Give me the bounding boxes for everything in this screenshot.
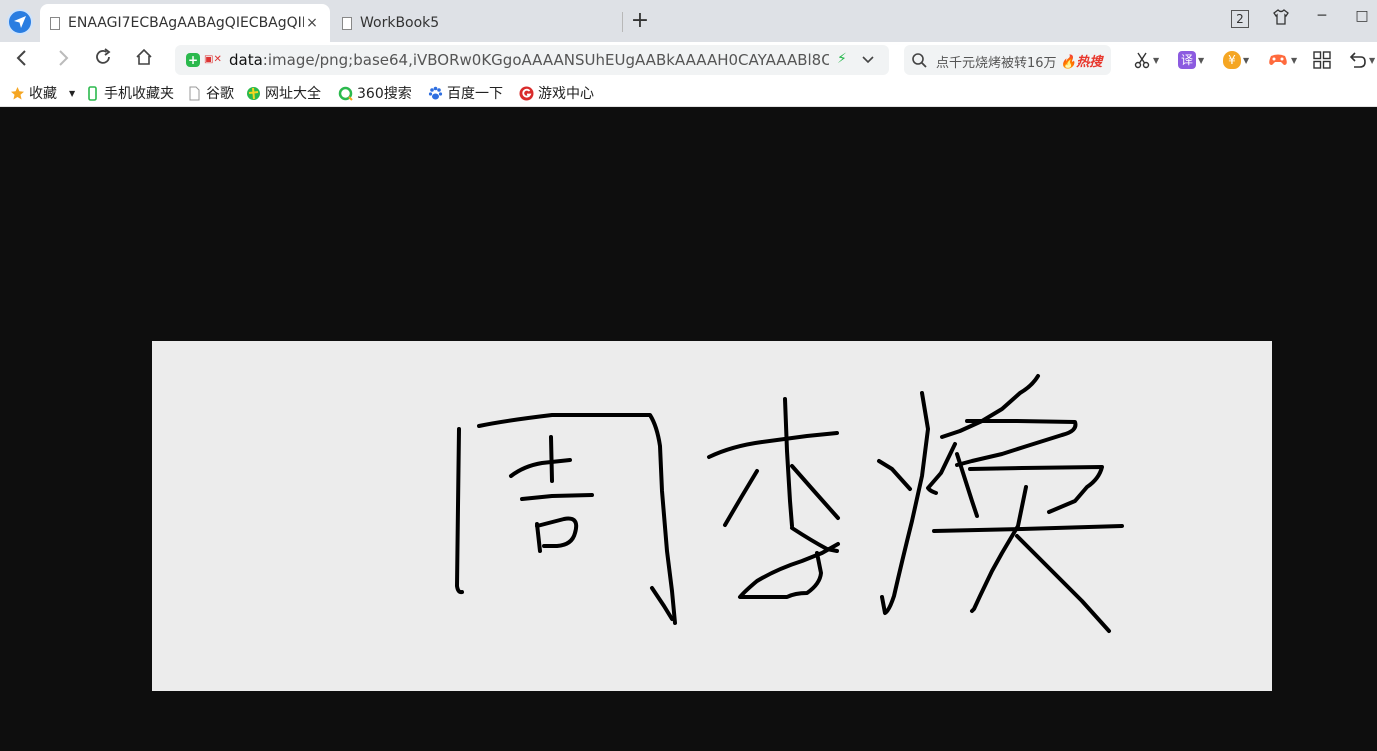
signature-image[interactable]: [152, 341, 1272, 691]
bookmark-label: 谷歌: [206, 86, 234, 102]
home-icon: [136, 48, 152, 65]
handwritten-signature: [455, 374, 1124, 633]
tab-image[interactable]: ENAAGI7ECBAgAABAgQIECBAgQIECBAgQIECBAgQI…: [40, 4, 330, 42]
security-shield-icon[interactable]: +: [186, 53, 200, 67]
chevron-down-icon[interactable]: [861, 50, 877, 70]
chevron-down-icon: ▼: [1198, 55, 1205, 65]
address-input[interactable]: data:image/png;base64,iVBORw0KGgoAAAANSU…: [229, 51, 829, 71]
undo-tool[interactable]: ▼: [1347, 48, 1375, 72]
bookmark-label: 收藏: [29, 86, 57, 102]
hot-search-label: 热搜: [1076, 55, 1103, 70]
game-center-icon: [519, 86, 534, 101]
game-tool[interactable]: ▼: [1267, 48, 1297, 72]
screenshot-tool[interactable]: ▼: [1133, 48, 1159, 72]
bookmark-game-center[interactable]: 游戏中心: [519, 83, 594, 103]
tab-count-button[interactable]: 2: [1231, 10, 1249, 28]
document-icon: [342, 16, 352, 30]
chevron-down-icon: ▼: [1243, 55, 1250, 65]
new-tab-button[interactable]: +: [628, 8, 652, 34]
search-box[interactable]: 点千元烧烤被转16万 🔥热搜: [904, 45, 1111, 75]
search-query: 点千元烧烤被转16万: [936, 56, 1056, 71]
forward-button[interactable]: [50, 47, 76, 73]
translate-icon: 译: [1178, 51, 1196, 69]
globe-icon: [246, 86, 261, 101]
coin-icon: ¥: [1223, 51, 1241, 69]
url-scheme: data: [229, 51, 263, 69]
bookmark-google[interactable]: 谷歌: [187, 83, 234, 103]
bookmark-url-directory[interactable]: 网址大全: [246, 83, 321, 103]
bookmark-label: 手机收藏夹: [104, 86, 174, 102]
apps-grid-icon: [1313, 51, 1331, 69]
browser-logo-icon[interactable]: [7, 9, 33, 35]
back-button[interactable]: [9, 47, 35, 73]
game-icon: [1269, 54, 1287, 65]
tab-bar: ENAAGI7ECBAgAABAgQIECBAgQIECBAgQIECBAgQI…: [0, 0, 1377, 42]
bookmark-360-search[interactable]: 360搜索: [338, 83, 412, 103]
undo-icon: [1349, 52, 1366, 68]
bookmarks-bar: 收藏 ▼ 手机收藏夹 谷歌 网址大全 360搜索 百度一下 游戏中心: [0, 79, 1377, 107]
lightning-icon[interactable]: ⚡: [837, 51, 851, 69]
bookmark-favorites[interactable]: 收藏 ▼: [10, 83, 75, 103]
chevron-down-icon: ▼: [1153, 55, 1160, 65]
bookmark-label: 游戏中心: [538, 86, 594, 102]
bookmark-mobile-favorites[interactable]: 手机收藏夹: [85, 83, 174, 103]
bookmark-label: 网址大全: [265, 86, 321, 102]
maximize-button[interactable]: □: [1353, 8, 1371, 30]
reload-button[interactable]: [90, 47, 116, 73]
translate-tool[interactable]: 译 ▼: [1178, 48, 1204, 72]
tab-workbook[interactable]: WorkBook5: [332, 4, 622, 42]
chevron-down-icon: ▼: [1369, 55, 1376, 65]
search-360-icon: [338, 86, 353, 101]
back-icon: [16, 50, 26, 66]
document-icon: [50, 16, 60, 30]
chevron-down-icon: ▼: [69, 88, 76, 98]
apps-button[interactable]: [1312, 48, 1332, 72]
reload-icon: [96, 48, 111, 64]
home-button[interactable]: [131, 47, 157, 73]
skin-shirt-icon[interactable]: [1271, 8, 1291, 30]
bookmark-label: 360搜索: [357, 86, 412, 102]
navigation-toolbar: + ▣✕ data:image/png;base64,iVBORw0KGgoAA…: [0, 42, 1377, 79]
forward-icon: [59, 50, 69, 66]
hot-search-badge[interactable]: 🔥热搜: [1060, 51, 1102, 70]
tab-title: WorkBook5: [360, 15, 440, 31]
bookmark-baidu[interactable]: 百度一下: [428, 83, 503, 103]
url-rest: :image/png;base64,iVBORw0KGgoAAAANSUhEUg…: [262, 51, 829, 69]
tab-divider: [622, 12, 623, 32]
search-icon: [912, 53, 927, 68]
coin-tool[interactable]: ¥ ▼: [1223, 48, 1249, 72]
bookmark-label: 百度一下: [447, 86, 503, 102]
tab-close-icon[interactable]: ×: [304, 15, 320, 31]
document-icon: [187, 86, 202, 101]
scissors-icon: [1134, 52, 1150, 69]
tab-title: ENAAGI7ECBAgAABAgQIECBAgQIECBAgQIECBAgQI…: [68, 15, 304, 31]
image-viewport: [0, 108, 1377, 751]
address-bar[interactable]: + ▣✕ data:image/png;base64,iVBORw0KGgoAA…: [175, 45, 889, 75]
chevron-down-icon: ▼: [1291, 55, 1298, 65]
star-icon: [10, 86, 25, 101]
paw-icon: [428, 86, 443, 101]
phone-icon: [85, 85, 100, 101]
minimize-button[interactable]: ─: [1313, 8, 1331, 30]
camera-blocked-icon[interactable]: ▣✕: [204, 53, 222, 67]
